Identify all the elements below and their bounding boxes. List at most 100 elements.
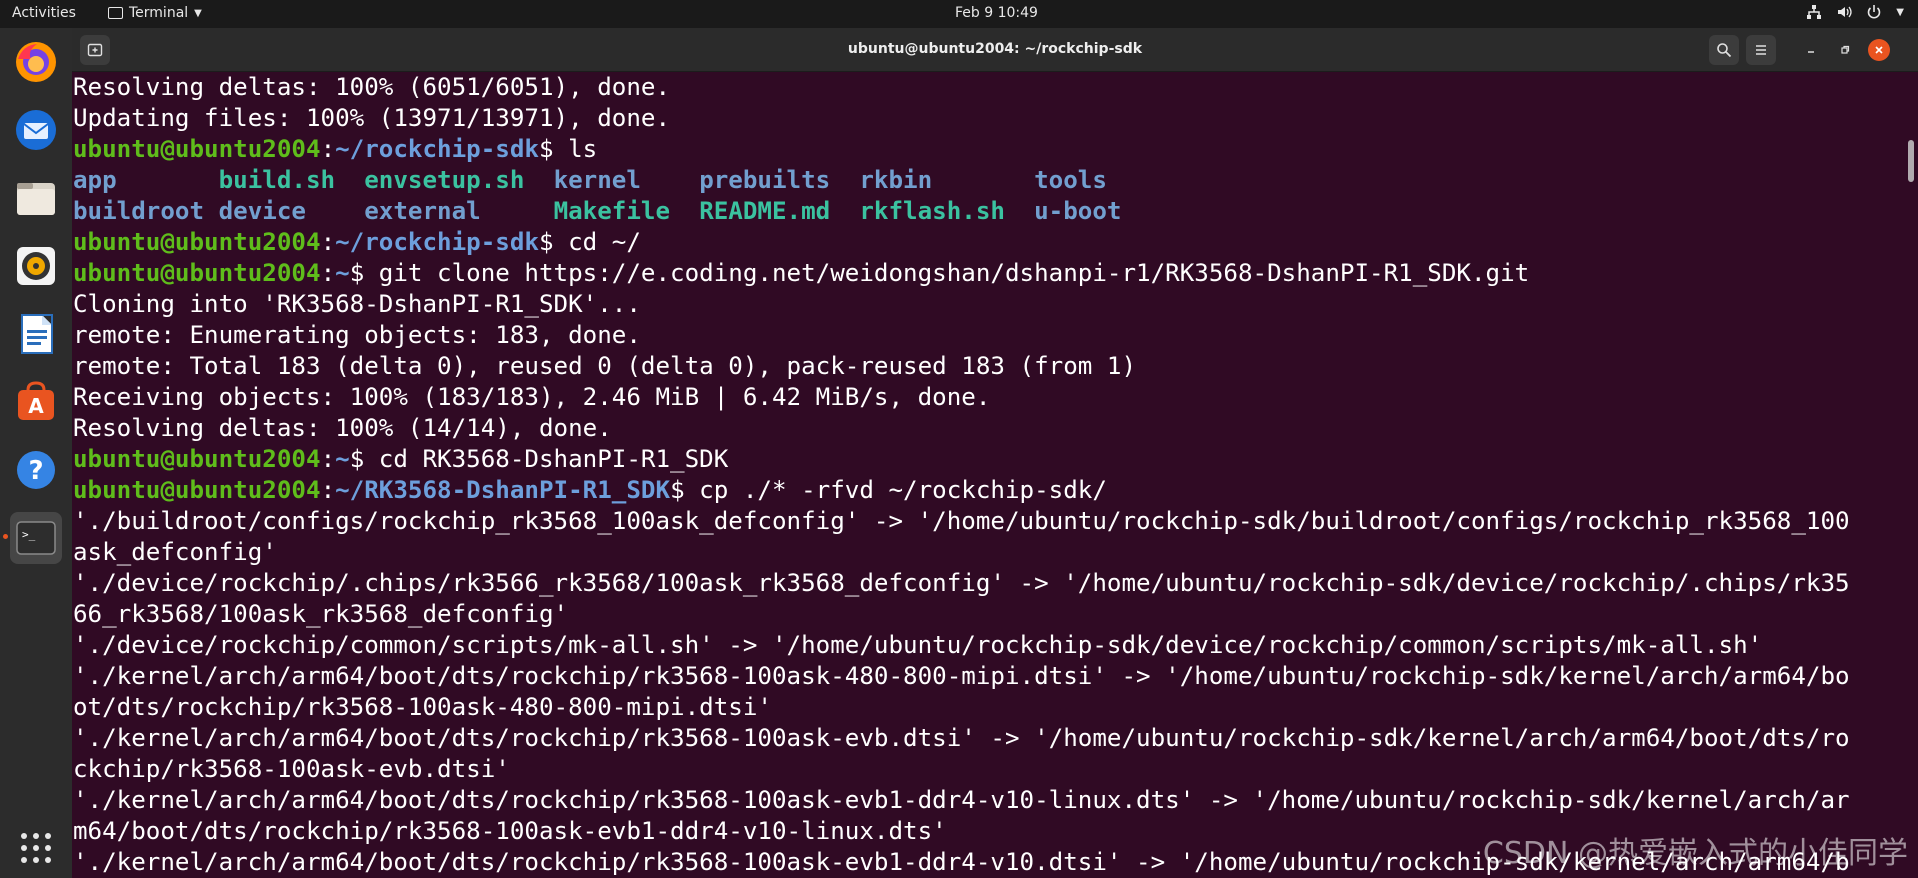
terminal-text: : [320,476,336,504]
terminal-text: app [73,166,219,194]
terminal-line: buildroot device external Makefile READM… [73,196,1903,227]
volume-icon [1838,6,1852,18]
dock-writer[interactable] [10,308,62,360]
terminal-line: ubuntu@ubuntu2004:~/rockchip-sdk$ ls [73,134,1903,165]
terminal-text: device [218,197,306,225]
dropdown-icon: ▼ [194,7,202,19]
terminal-line: ot/dts/rockchip/rk3568-100ask-480-800-mi… [73,692,1903,723]
dock-thunderbird[interactable] [10,104,62,156]
dock-rhythmbox[interactable] [10,240,62,292]
network-icon [1807,5,1822,19]
terminal-text: $ cd RK3568-DshanPI-R1_SDK [349,445,729,473]
terminal-text: './kernel/arch/arm64/boot/dts/rockchip/r… [73,662,1850,690]
terminal-text: ~ [335,445,350,473]
files-icon [17,183,55,215]
dock-files[interactable] [10,172,62,224]
terminal-text: './kernel/arch/arm64/boot/dts/rockchip/r… [73,724,1850,752]
terminal-text: ~/RK3568-DshanPI-R1_SDK [335,476,671,504]
terminal-text: ot/dts/rockchip/rk3568-100ask-480-800-mi… [73,693,772,721]
terminal-text: Cloning into 'RK3568-DshanPI-R1_SDK'... [73,290,641,318]
search-button[interactable] [1709,35,1739,65]
dock-terminal[interactable]: >_ [10,512,62,564]
terminal-text: ubuntu@ubuntu2004 [73,259,321,287]
terminal-text: $ git clone https://e.coding.net/weidong… [349,259,1530,287]
dock-help[interactable]: ? [10,444,62,496]
terminal-line: ask_defconfig' [73,537,1903,568]
activities-button[interactable]: Activities [12,5,76,21]
terminal-text: ~/rockchip-sdk [335,135,539,163]
app-menu[interactable]: Terminal ▼ [108,5,202,21]
terminal-line: 66_rk3568/100ask_rk3568_defconfig' [73,599,1903,630]
power-icon [1868,5,1881,19]
terminal-text: external [364,197,481,225]
scrollbar-thumb[interactable] [1908,140,1914,182]
terminal-line: ckchip/rk3568-100ask-evb.dtsi' [73,754,1903,785]
terminal-view[interactable]: Resolving deltas: 100% (6051/6051), done… [72,72,1918,878]
terminal-line: './kernel/arch/arm64/boot/dts/rockchip/r… [73,661,1903,692]
terminal-text: README.md [699,197,831,225]
terminal-line: ubuntu@ubuntu2004:~/rockchip-sdk$ cd ~/ [73,227,1903,258]
tray-dropdown-icon: ▼ [1896,6,1904,18]
terminal-text: 66_rk3568/100ask_rk3568_defconfig' [73,600,569,628]
clock[interactable]: Feb 9 10:49 [955,5,1038,21]
terminal-text: './kernel/arch/arm64/boot/dts/rockchip/r… [73,786,1850,814]
terminal-text: './buildroot/configs/rockchip_rk3568_100… [73,507,1850,535]
running-indicator [3,534,8,539]
terminal-text: ubuntu@ubuntu2004 [73,445,321,473]
terminal-line: './kernel/arch/arm64/boot/dts/rockchip/r… [73,785,1903,816]
terminal-text: $ cd ~/ [539,228,641,256]
dock-software[interactable]: A [10,376,62,428]
watermark: CSDN @热爱嵌入式的小佳同学 [1482,836,1908,871]
terminal-text: ubuntu@ubuntu2004 [73,476,321,504]
terminal-line: remote: Enumerating objects: 183, done. [73,320,1903,351]
terminal-text: ~ [335,259,350,287]
terminal-text: rkbin [859,166,933,194]
terminal-line: Cloning into 'RK3568-DshanPI-R1_SDK'... [73,289,1903,320]
menu-button[interactable] [1746,35,1776,65]
terminal-output: Resolving deltas: 100% (6051/6051), done… [73,72,1903,878]
minimize-button[interactable] [1800,39,1822,61]
terminal-text: ~/rockchip-sdk [335,228,539,256]
terminal-line: Resolving deltas: 100% (14/14), done. [73,413,1903,444]
terminal-text: ubuntu@ubuntu2004 [73,135,321,163]
terminal-line: './device/rockchip/common/scripts/mk-all… [73,630,1903,661]
terminal-line: './kernel/arch/arm64/boot/dts/rockchip/r… [73,723,1903,754]
terminal-text: envsetup.sh [364,166,525,194]
svg-text:A: A [28,394,44,418]
software-center-icon: A [18,381,54,420]
terminal-line: './device/rockchip/.chips/rk3566_rk3568/… [73,568,1903,599]
terminal-text: buildroot [73,197,205,225]
maximize-button[interactable] [1834,39,1856,61]
terminal-text: ckchip/rk3568-100ask-evb.dtsi' [73,755,510,783]
terminal-text: Resolving deltas: 100% (14/14), done. [73,414,612,442]
libreoffice-writer-icon [21,314,53,354]
close-button[interactable] [1868,39,1890,61]
terminal-line: Receiving objects: 100% (183/183), 2.46 … [73,382,1903,413]
svg-text:?: ? [28,456,43,486]
terminal-line: remote: Total 183 (delta 0), reused 0 (d… [73,351,1903,382]
terminal-line: Resolving deltas: 100% (6051/6051), done… [73,72,1903,103]
terminal-line: Updating files: 100% (13971/13971), done… [73,103,1903,134]
thunderbird-icon [16,110,56,150]
terminal-text: remote: Total 183 (delta 0), reused 0 (d… [73,352,1137,380]
terminal-line: ubuntu@ubuntu2004:~$ git clone https://e… [73,258,1903,289]
terminal-text: u-boot [1034,197,1122,225]
terminal-text: $ cp ./* -rfvd ~/rockchip-sdk/ [670,476,1107,504]
window-title: ubuntu@ubuntu2004: ~/rockchip-sdk [847,41,1143,57]
terminal-line: ubuntu@ubuntu2004:~/RK3568-DshanPI-R1_SD… [73,475,1903,506]
terminal-text: ask_defconfig' [73,538,277,566]
terminal-text: Updating files: 100% (13971/13971), done… [73,104,671,132]
dock-show-apps[interactable] [10,822,62,874]
app-menu-label: Terminal [129,5,189,21]
dock-firefox[interactable] [10,36,62,88]
terminal-text: Makefile [553,197,671,225]
terminal-line: app build.sh envsetup.sh kernel prebuilt… [73,165,1903,196]
system-tray[interactable]: ▼ [1806,4,1904,20]
terminal-text: : [320,135,336,163]
